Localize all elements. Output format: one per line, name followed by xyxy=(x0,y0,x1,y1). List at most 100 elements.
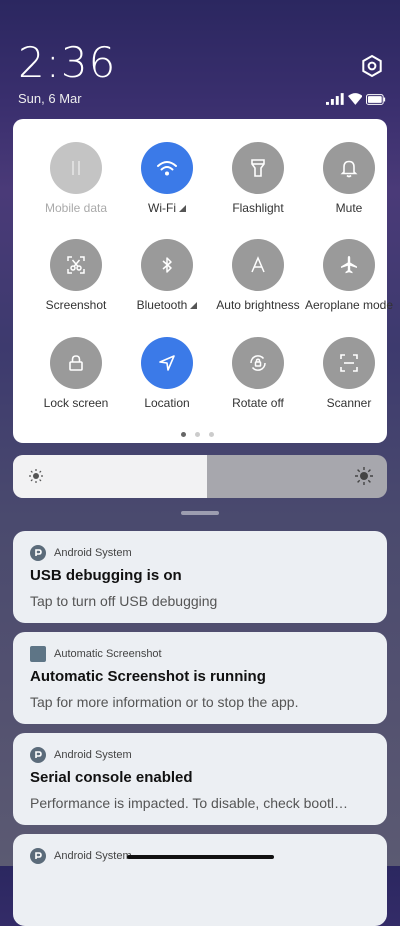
notification-app-header: Android System xyxy=(30,545,132,561)
tile-wi-fi[interactable]: Wi-Fi xyxy=(121,142,213,232)
panel-drag-handle[interactable] xyxy=(181,511,219,515)
bluetooth-icon xyxy=(156,254,178,276)
expand-indicator-icon xyxy=(190,302,198,309)
scanner-toggle[interactable] xyxy=(323,337,375,389)
tile-label: Mobile data xyxy=(24,201,128,215)
tile-screenshot[interactable]: Screenshot xyxy=(30,239,122,329)
tile-label: Scanner xyxy=(297,396,400,410)
brightness-slider[interactable] xyxy=(13,455,387,498)
tile-label: Screenshot xyxy=(24,298,128,312)
tile-label: Flashlight xyxy=(206,201,310,215)
tile-flashlight[interactable]: Flashlight xyxy=(212,142,304,232)
status-area: 2:36 Sun, 6 Mar xyxy=(0,0,400,112)
android-system-icon xyxy=(30,545,46,561)
rotate-lock-icon xyxy=(247,352,269,374)
expand-indicator-icon xyxy=(178,205,186,212)
tile-label: Aeroplane mode xyxy=(297,298,400,312)
date[interactable]: Sun, 6 Mar xyxy=(18,91,82,106)
lock-icon xyxy=(65,352,87,374)
tile-label-text: Bluetooth xyxy=(136,298,188,312)
tile-label-text: Mute xyxy=(335,201,363,215)
location-toggle[interactable] xyxy=(141,337,193,389)
flashlight-icon xyxy=(247,157,269,179)
automatic-screenshot-icon xyxy=(30,646,46,662)
notification-app-header: Android System xyxy=(30,848,132,864)
settings-button[interactable] xyxy=(358,52,386,80)
tile-label-text: Aeroplane mode xyxy=(304,298,394,312)
android-system-icon xyxy=(30,747,46,763)
tile-label-text: Mobile data xyxy=(44,201,108,215)
auto-brightness-toggle[interactable] xyxy=(232,239,284,291)
tile-mute[interactable]: Mute xyxy=(303,142,395,232)
notification-app-header: Android System xyxy=(30,747,132,763)
gear-icon xyxy=(362,54,382,78)
notification-app-header: Automatic Screenshot xyxy=(30,646,162,662)
tile-label-text: Lock screen xyxy=(43,396,109,410)
mute-toggle[interactable] xyxy=(323,142,375,194)
rotate-off-toggle[interactable] xyxy=(232,337,284,389)
notification-title: Automatic Screenshot is running xyxy=(30,668,266,685)
notification-card[interactable]: Android System Serial console enabled Perf… xyxy=(13,733,387,825)
signal-icon xyxy=(326,93,344,105)
notification-app-name: Android System xyxy=(54,547,132,559)
wifi-icon xyxy=(155,158,179,178)
tile-auto-brightness[interactable]: Auto brightness xyxy=(212,239,304,329)
notification-body: Tap for more information or to stop the … xyxy=(30,694,299,710)
tile-label: Wi-Fi xyxy=(115,201,219,215)
tile-label: Auto brightness xyxy=(206,298,310,312)
notification-title: Serial console enabled xyxy=(30,769,193,786)
tile-label: Location xyxy=(115,396,219,410)
tile-label: Bluetooth xyxy=(115,298,219,312)
brightness-low-icon xyxy=(29,469,43,483)
tile-mobile-data[interactable]: Mobile data xyxy=(30,142,122,232)
tile-rotate-off[interactable]: Rotate off xyxy=(212,337,304,427)
tile-location[interactable]: Location xyxy=(121,337,213,427)
screenshot-icon xyxy=(65,254,87,276)
brightness-high-icon xyxy=(355,467,373,485)
page-dot[interactable] xyxy=(181,432,186,437)
notification-title: USB debugging is on xyxy=(30,567,182,584)
bell-icon xyxy=(338,157,360,179)
tile-label: Lock screen xyxy=(24,396,128,410)
tile-scanner[interactable]: Scanner xyxy=(303,337,395,427)
notification-app-name: Android System xyxy=(54,850,132,862)
tile-label-text: Screenshot xyxy=(45,298,107,312)
bluetooth-toggle[interactable] xyxy=(141,239,193,291)
aeroplane-mode-toggle[interactable] xyxy=(323,239,375,291)
aeroplane-icon xyxy=(338,254,360,276)
screenshot-toggle[interactable] xyxy=(50,239,102,291)
tile-bluetooth[interactable]: Bluetooth xyxy=(121,239,213,329)
system-icons xyxy=(326,92,386,106)
battery-icon xyxy=(366,93,386,105)
scanner-icon xyxy=(338,352,360,374)
notification-card[interactable]: Automatic Screenshot Automatic Screenshot… xyxy=(13,632,387,724)
tile-aeroplane-mode[interactable]: Aeroplane mode xyxy=(303,239,395,329)
notification-app-name: Automatic Screenshot xyxy=(54,648,162,660)
wifi-icon xyxy=(347,93,363,105)
mobile-data-toggle[interactable] xyxy=(50,142,102,194)
tile-label-text: Location xyxy=(144,396,190,410)
tile-label-text: Rotate off xyxy=(232,396,284,410)
clock[interactable]: 2:36 xyxy=(18,38,116,87)
mobile-data-icon xyxy=(65,157,87,179)
gesture-navigation-bar[interactable] xyxy=(127,855,274,859)
page-dot[interactable] xyxy=(209,432,214,437)
notification-card[interactable]: Android System xyxy=(13,834,387,926)
notification-app-name: Android System xyxy=(54,749,132,761)
tile-label-text: Auto brightness xyxy=(216,298,300,312)
lock-screen-toggle[interactable] xyxy=(50,337,102,389)
auto-brightness-icon xyxy=(247,254,269,276)
android-system-icon xyxy=(30,848,46,864)
quick-settings-panel: Mobile data Wi-Fi Flashlight Mute Screenshot… xyxy=(13,119,393,443)
page-dot[interactable] xyxy=(195,432,200,437)
flashlight-toggle[interactable] xyxy=(232,142,284,194)
location-icon xyxy=(156,352,178,374)
wi-fi-toggle[interactable] xyxy=(141,142,193,194)
page-indicator xyxy=(181,432,214,437)
tile-label-text: Flashlight xyxy=(232,201,284,215)
notification-card[interactable]: Android System USB debugging is on Tap to … xyxy=(13,531,387,623)
tile-label-text: Scanner xyxy=(326,396,372,410)
tile-lock-screen[interactable]: Lock screen xyxy=(30,337,122,427)
tile-label: Mute xyxy=(297,201,400,215)
notification-body: Performance is impacted. To disable, che… xyxy=(30,795,349,811)
